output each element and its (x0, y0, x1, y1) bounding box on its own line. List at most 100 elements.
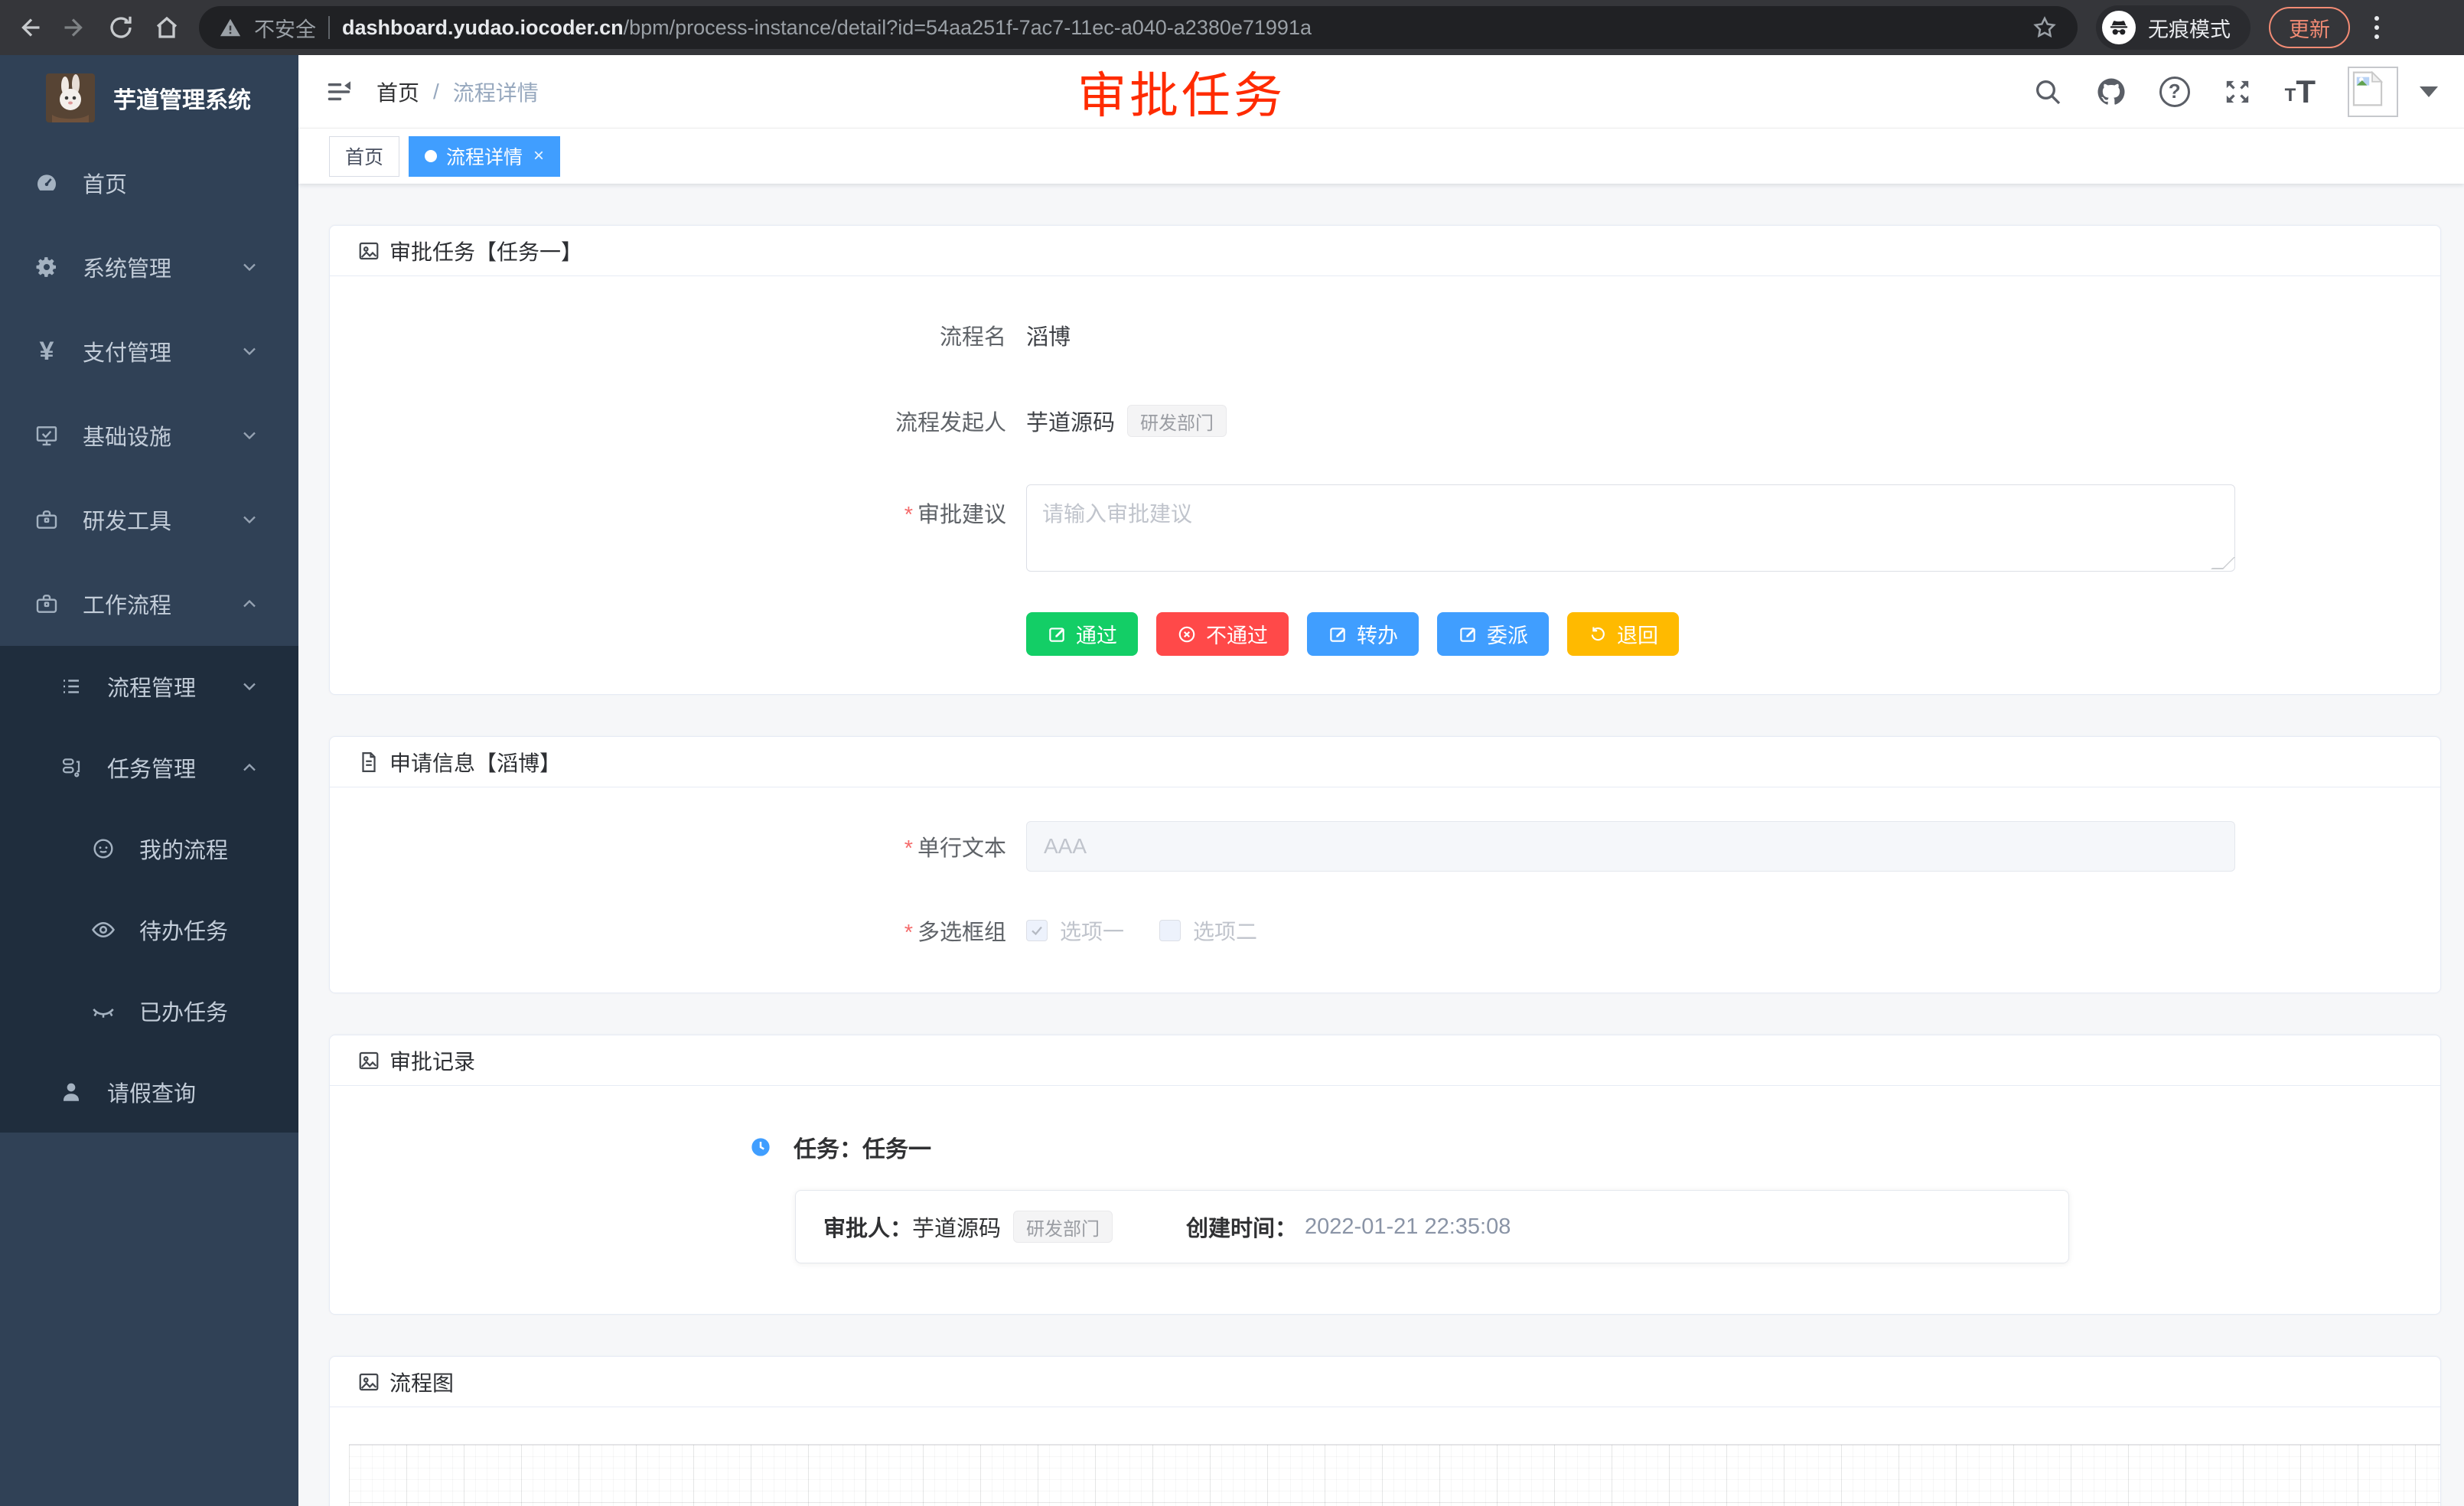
page-content: 审批任务【任务一】 流程名 滔博 流程发起人 芋道源码 研发部门 (298, 184, 2464, 1506)
suggestion-textarea[interactable] (1026, 484, 2235, 572)
tree-icon (57, 756, 86, 779)
document-icon (357, 751, 380, 774)
process-name-label: 流程名 (330, 319, 1006, 351)
help-icon[interactable]: ? (2159, 77, 2190, 107)
active-dot (425, 150, 437, 162)
return-button[interactable]: 退回 (1567, 612, 1679, 656)
request-info-card: 申请信息【滔博】 *单行文本 *多选框组 (329, 736, 2441, 993)
created-label: 创建时间： (1186, 1211, 1297, 1243)
text-field-row: *单行文本 (330, 821, 2440, 872)
tab-process-detail[interactable]: 流程详情 × (409, 136, 560, 177)
incognito-label: 无痕模式 (2148, 13, 2231, 43)
approval-record-card: 审批记录 任务：任务一 审批人： 芋道源码 研发部门 (329, 1035, 2441, 1315)
chevron-down-icon (239, 256, 260, 278)
created-time: 2022-01-21 22:35:08 (1305, 1214, 1511, 1240)
sidebar-item-label: 流程管理 (107, 670, 196, 702)
fullscreen-icon[interactable] (2222, 77, 2253, 107)
reject-button[interactable]: 不通过 (1156, 612, 1289, 656)
tab-home[interactable]: 首页 (329, 136, 399, 177)
chevron-up-icon (239, 757, 260, 778)
picture-icon (357, 1049, 380, 1072)
checkbox-group-label: *多选框组 (330, 914, 1006, 947)
url-divider (328, 16, 330, 39)
toolbox-icon (32, 507, 61, 532)
home-icon[interactable] (153, 14, 181, 41)
app-logo (46, 73, 95, 122)
breadcrumb-home[interactable]: 首页 (376, 77, 419, 107)
initiator-label: 流程发起人 (330, 405, 1006, 437)
bpmn-canvas[interactable] (349, 1444, 2440, 1506)
required-mark: * (904, 836, 913, 861)
sidebar-item-label: 任务管理 (107, 751, 196, 784)
person-icon (57, 1080, 86, 1104)
sidebar-item-payment[interactable]: ¥ 支付管理 (0, 309, 298, 393)
sidebar-item-label: 请假查询 (107, 1076, 196, 1108)
clock-dot-icon (749, 1136, 772, 1159)
close-icon[interactable]: × (533, 145, 544, 167)
sidebar-item-devtools[interactable]: 研发工具 (0, 478, 298, 562)
picture-icon (357, 1371, 380, 1394)
sidebar-item-task-mgmt[interactable]: 任务管理 (0, 727, 298, 808)
sidebar-logo-row[interactable]: 芋道管理系统 (0, 55, 298, 141)
bookmark-star-icon[interactable] (2032, 15, 2058, 41)
insecure-warning-icon (219, 16, 242, 39)
required-mark: * (904, 503, 913, 527)
card-title: 审批记录 (389, 1045, 475, 1076)
checkbox-option-1[interactable]: 选项一 (1026, 915, 1124, 946)
sidebar-item-process-mgmt[interactable]: 流程管理 (0, 646, 298, 727)
sidebar-item-done-tasks[interactable]: 已办任务 (0, 970, 298, 1051)
initiator-value: 芋道源码 (1026, 405, 1115, 437)
transfer-button[interactable]: 转办 (1307, 612, 1419, 656)
process-diagram-card: 流程图 (329, 1356, 2441, 1506)
avatar-broken-image[interactable] (2348, 67, 2398, 117)
card-header: 流程图 (330, 1357, 2440, 1407)
card-header: 审批记录 (330, 1035, 2440, 1086)
single-line-input[interactable] (1026, 821, 2235, 872)
breadcrumb-separator: / (433, 80, 439, 104)
search-icon[interactable] (2032, 77, 2063, 107)
sidebar-item-label: 工作流程 (83, 588, 171, 620)
monitor-icon (32, 423, 61, 448)
sidebar-item-system[interactable]: 系统管理 (0, 225, 298, 309)
approve-button[interactable]: 通过 (1026, 612, 1138, 656)
checkbox-unchecked-icon (1159, 920, 1181, 941)
chevron-down-icon (239, 676, 260, 697)
approver-name: 芋道源码 (912, 1211, 1001, 1243)
sidebar: 芋道管理系统 首页 系统管理 ¥ 支付管理 (0, 55, 298, 1506)
eye-open-icon (89, 917, 118, 943)
forward-icon[interactable] (61, 14, 89, 41)
sidebar-item-my-process[interactable]: 我的流程 (0, 808, 298, 889)
card-title: 申请信息【滔博】 (389, 747, 561, 777)
card-title: 审批任务【任务一】 (389, 236, 582, 266)
sidebar-collapse-icon[interactable] (324, 77, 354, 106)
chrome-update-button[interactable]: 更新 (2269, 7, 2350, 48)
card-header: 申请信息【滔博】 (330, 737, 2440, 787)
chevron-down-icon (239, 509, 260, 530)
sidebar-item-label: 支付管理 (83, 335, 171, 367)
address-bar[interactable]: 不安全 dashboard.yudao.iocoder.cn/bpm/proce… (199, 6, 2078, 49)
font-size-icon[interactable]: TT (2285, 77, 2316, 106)
github-icon[interactable] (2095, 76, 2127, 108)
delegate-button[interactable]: 委派 (1437, 612, 1549, 656)
text-field-label: *单行文本 (330, 830, 1006, 862)
incognito-icon (2102, 11, 2136, 44)
caret-down-icon[interactable] (2420, 86, 2438, 97)
sidebar-item-workflow[interactable]: 工作流程 (0, 562, 298, 646)
browser-toolbar: 不安全 dashboard.yudao.iocoder.cn/bpm/proce… (0, 0, 2464, 55)
workflow-submenu: 流程管理 任务管理 我的流程 (0, 646, 298, 1133)
user-face-icon (89, 836, 118, 861)
card-title: 流程图 (389, 1367, 454, 1397)
sidebar-item-leave-query[interactable]: 请假查询 (0, 1051, 298, 1133)
sidebar-item-home[interactable]: 首页 (0, 141, 298, 225)
checkbox-option-2[interactable]: 选项二 (1159, 915, 1257, 946)
reload-icon[interactable] (107, 14, 135, 41)
red-annotation: 审批任务 (1077, 57, 1286, 127)
sidebar-item-infra[interactable]: 基础设施 (0, 393, 298, 478)
navbar-actions: ? TT (2032, 67, 2438, 117)
back-icon[interactable] (15, 14, 43, 41)
sidebar-item-label: 待办任务 (139, 914, 228, 946)
dashboard-icon (32, 171, 61, 195)
sidebar-item-todo-tasks[interactable]: 待办任务 (0, 889, 298, 970)
browser-menu-icon[interactable] (2368, 16, 2385, 39)
required-mark: * (904, 921, 913, 945)
